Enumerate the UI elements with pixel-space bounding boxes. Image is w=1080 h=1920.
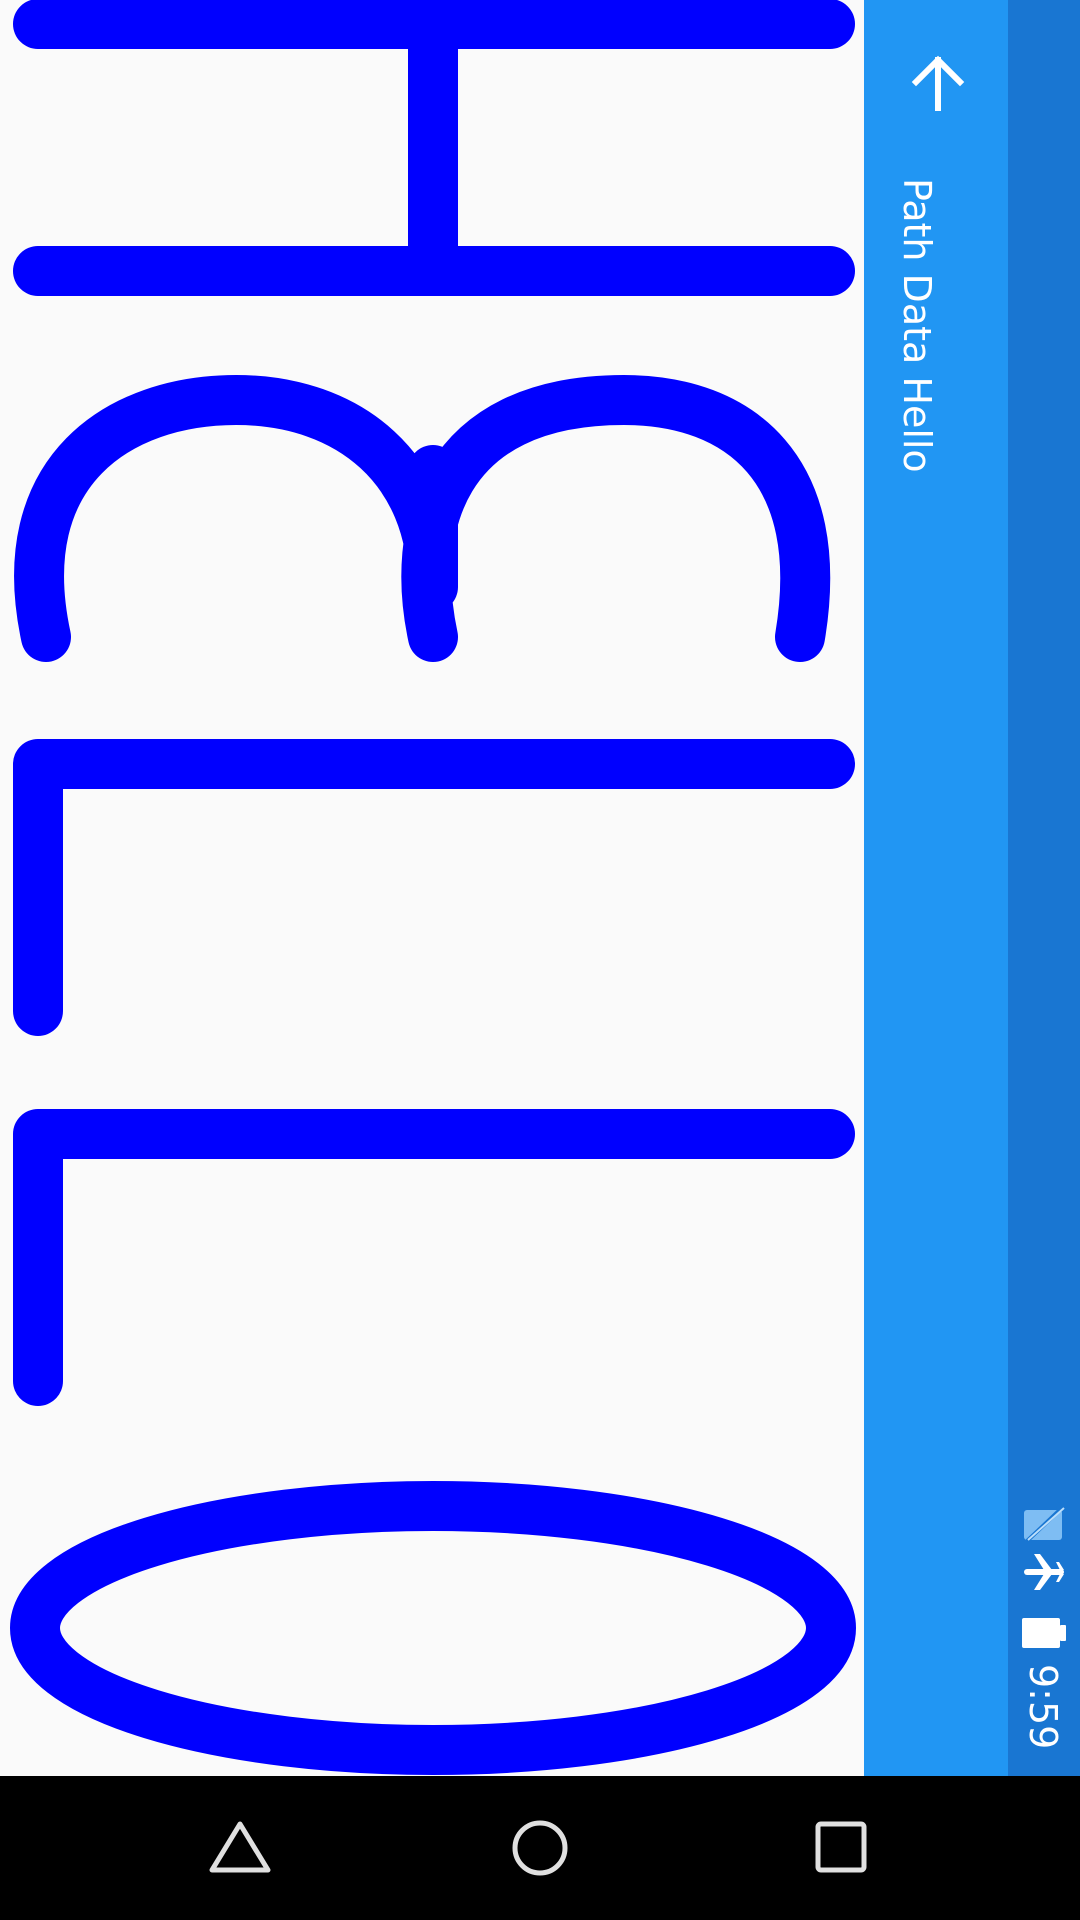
- letter-o-path: [10, 1481, 856, 1775]
- airplane-mode-icon: [1020, 1548, 1068, 1600]
- android-screen: Path Data Hello 9:59: [0, 0, 1080, 1920]
- letter-l2-path: [13, 1109, 855, 1406]
- letter-h-path: [13, 0, 855, 296]
- status-time: 9:59: [1021, 1664, 1065, 1750]
- nav-back-button[interactable]: [204, 1818, 276, 1882]
- nav-home-button[interactable]: [510, 1818, 570, 1882]
- arrow-back-icon: [911, 55, 965, 111]
- home-circle-icon: [512, 1820, 568, 1876]
- hello-path-drawing: [10, 0, 856, 1775]
- battery-full-icon: [1022, 1616, 1068, 1654]
- recents-square-icon: [815, 1821, 867, 1873]
- path-canvas: [0, 0, 864, 1776]
- back-button[interactable]: [896, 42, 980, 126]
- no-sim-icon: [1022, 1504, 1066, 1548]
- letter-e-path: [14, 375, 831, 662]
- letter-l1-path: [13, 739, 855, 1036]
- back-triangle-icon: [209, 1821, 271, 1873]
- toolbar-title: Path Data Hello: [895, 178, 939, 473]
- nav-recents-button[interactable]: [814, 1820, 870, 1880]
